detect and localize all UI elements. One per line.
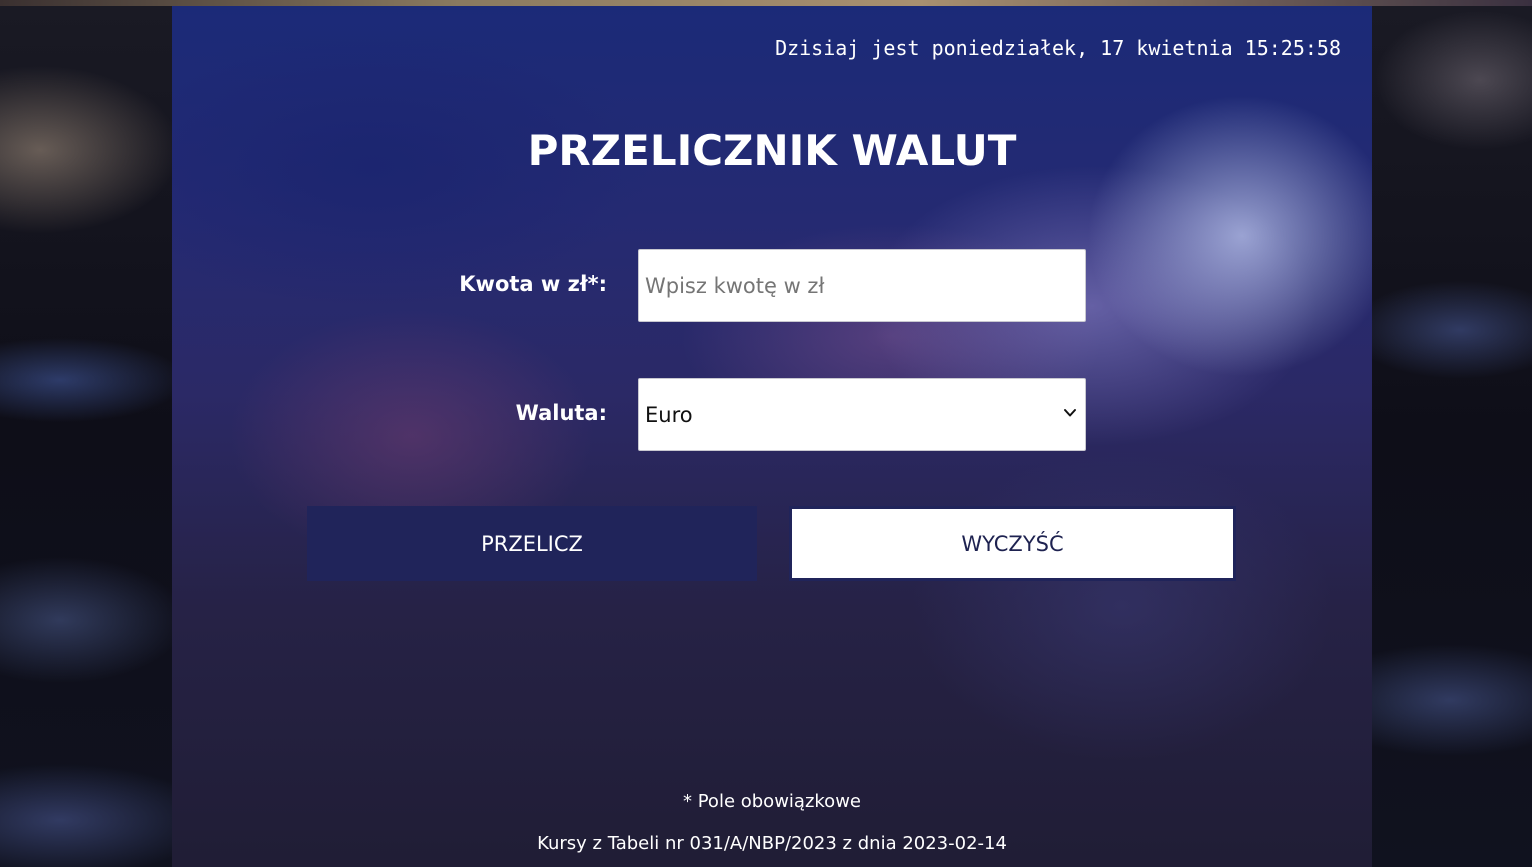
exchange-rates-source: Kursy z Tabeli nr 031/A/NBP/2023 z dnia … (537, 833, 1007, 854)
required-field-note: * Pole obowiązkowe (683, 791, 861, 812)
currency-select[interactable]: Euro (638, 378, 1086, 451)
amount-input[interactable] (638, 249, 1086, 322)
current-datetime: Dzisiaj jest poniedziałek, 17 kwietnia 1… (775, 36, 1341, 60)
page-title: PRZELICZNIK WALUT (527, 126, 1017, 175)
clear-button[interactable]: WYCZYŚĆ (789, 506, 1236, 581)
converter-panel: Dzisiaj jest poniedziałek, 17 kwietnia 1… (172, 6, 1372, 867)
currency-label: Waluta: (515, 401, 607, 425)
convert-button[interactable]: PRZELICZ (307, 506, 757, 581)
chevron-down-icon (1064, 409, 1076, 417)
amount-label: Kwota w zł*: (459, 272, 607, 296)
currency-selected-value: Euro (645, 402, 693, 427)
